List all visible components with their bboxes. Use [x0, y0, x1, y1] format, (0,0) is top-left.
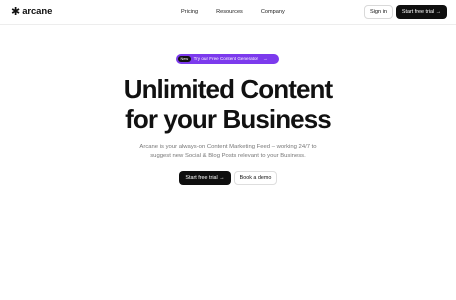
hero-subtitle-line-2: suggest new Social & Blog Posts relevant… — [150, 152, 306, 159]
site-header: ✱ arcane Pricing Resources Company Sign … — [0, 0, 456, 25]
logo-text: arcane — [22, 6, 53, 17]
page: ✱ arcane Pricing Resources Company Sign … — [0, 0, 456, 300]
arrow-right-icon: → — [263, 56, 268, 61]
start-free-trial-label: Start free trial — [185, 175, 218, 181]
main-nav: Pricing Resources Company — [181, 8, 285, 16]
sign-in-button[interactable]: Sign in — [364, 5, 393, 19]
hero-title: Unlimited Content for your Business — [0, 74, 456, 134]
nav-pricing[interactable]: Pricing — [181, 8, 198, 16]
hero-title-line-1: Unlimited Content — [123, 74, 333, 104]
hero-subtitle-line-1: Arcane is your always-on Content Marketi… — [139, 144, 317, 150]
announcement-text: Try our Free Content Generator — [193, 56, 259, 61]
new-badge: New — [178, 56, 191, 62]
nav-resources[interactable]: Resources — [216, 8, 243, 16]
arrow-right-icon: → — [435, 9, 442, 15]
logo[interactable]: ✱ arcane — [11, 6, 52, 18]
logo-star-icon: ✱ — [11, 6, 21, 18]
hero-title-line-2: for your Business — [125, 104, 332, 134]
arrow-right-icon: → — [219, 175, 225, 181]
nav-company[interactable]: Company — [261, 8, 285, 16]
announcement-pill[interactable]: New Try our Free Content Generator → — [176, 54, 279, 64]
hero-subtitle: Arcane is your always-on Content Marketi… — [118, 143, 338, 160]
header-start-trial-label: Start free trial — [401, 9, 435, 15]
start-free-trial-button[interactable]: Start free trial → — [179, 171, 231, 185]
header-start-trial-button[interactable]: Start free trial → — [396, 5, 447, 19]
book-demo-button[interactable]: Book a demo — [234, 171, 277, 185]
